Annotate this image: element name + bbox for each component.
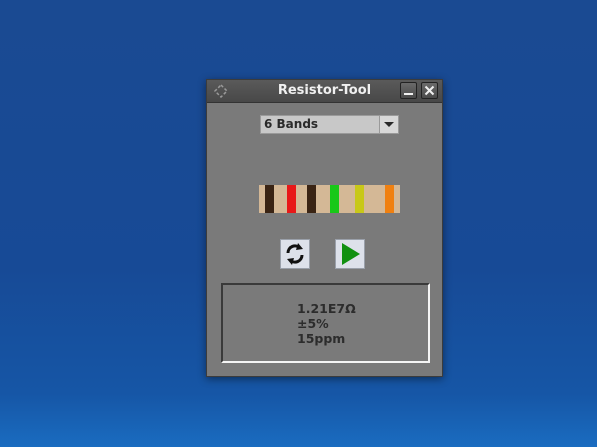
play-button[interactable]	[335, 239, 365, 269]
resistor-band-2[interactable]	[287, 185, 296, 213]
resistor-graphic	[259, 184, 400, 214]
minimize-button[interactable]	[400, 82, 417, 99]
band-count-select[interactable]: 6 Bands	[260, 115, 399, 134]
result-display: 1.21E7Ω ±5% 15ppm	[221, 283, 430, 363]
resistor-band-6[interactable]	[385, 185, 394, 213]
dropdown-arrow[interactable]	[379, 116, 398, 133]
resistor-tool-window: Resistor-Tool 6 Bands 1.21E7Ω ±5% 15ppm	[206, 79, 443, 377]
play-icon	[342, 243, 360, 265]
refresh-icon	[286, 243, 304, 265]
resistor-band-5[interactable]	[355, 185, 364, 213]
close-icon	[424, 85, 435, 96]
title-bar[interactable]: Resistor-Tool	[207, 80, 442, 103]
band-count-value: 6 Bands	[264, 117, 319, 131]
chevron-down-icon	[384, 122, 394, 127]
close-button[interactable]	[421, 82, 438, 99]
temp-coefficient-value: 15ppm	[297, 331, 346, 346]
resistance-value: 1.21E7Ω	[297, 301, 356, 316]
tolerance-value: ±5%	[297, 316, 329, 331]
resistor-band-3[interactable]	[307, 185, 316, 213]
resistor-band-1[interactable]	[265, 185, 274, 213]
minimize-icon	[404, 93, 413, 95]
resistor-band-4[interactable]	[330, 185, 339, 213]
refresh-button[interactable]	[280, 239, 310, 269]
